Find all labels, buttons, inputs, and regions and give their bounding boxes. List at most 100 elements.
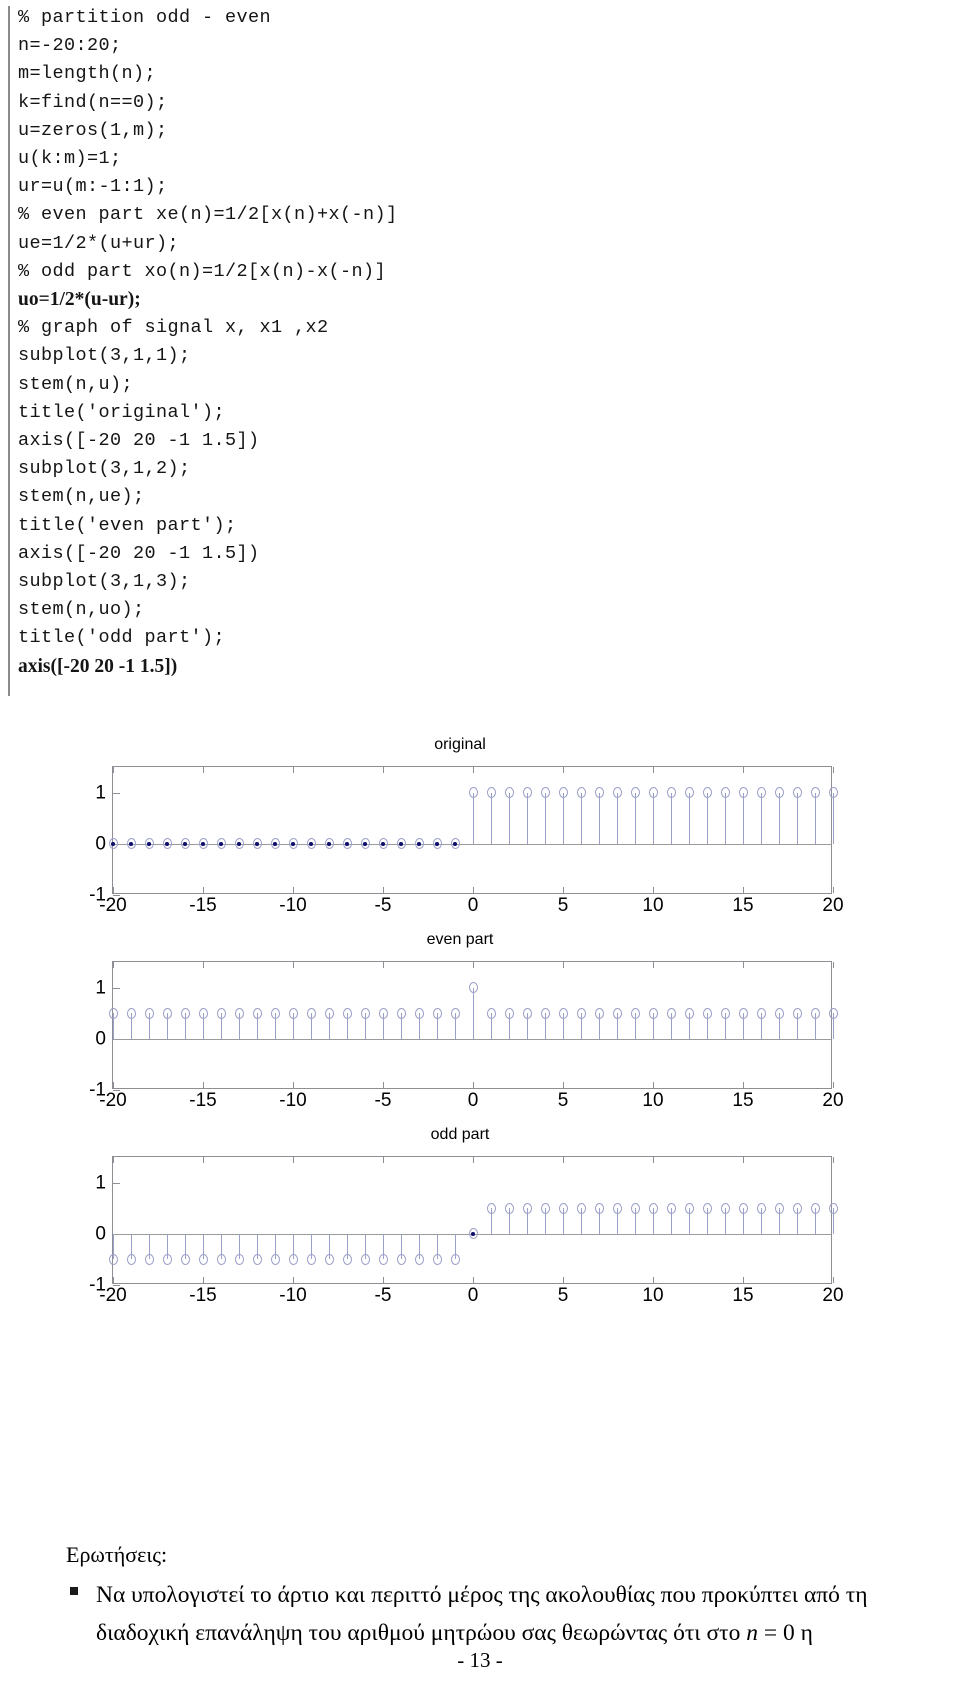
stem-marker: [774, 787, 784, 799]
stem-marker: [144, 1007, 154, 1019]
y-tick-mark: [113, 987, 120, 989]
y-tick-mark: [113, 792, 120, 794]
stem-marker: [144, 1253, 154, 1265]
stem-marker: [432, 838, 442, 850]
stem-marker: [702, 787, 712, 799]
stem-marker: [522, 1007, 532, 1019]
stem-marker: [756, 1007, 766, 1019]
y-tick-label: 0: [95, 1223, 106, 1245]
stem-marker: [504, 787, 514, 799]
stem-marker: [756, 787, 766, 799]
stem-marker-dot: [183, 842, 187, 846]
stem-line: [617, 792, 618, 844]
code-line: stem(n,u);: [18, 373, 134, 395]
stem-marker: [648, 787, 658, 799]
stem-marker: [126, 1007, 136, 1019]
code-listing: % partition odd - even n=-20:20; m=length(…: [8, 4, 528, 696]
stem-marker: [342, 1007, 352, 1019]
x-tick-mark: [203, 887, 204, 893]
x-tick-label: -5: [374, 1285, 392, 1306]
stem-marker: [594, 787, 604, 799]
x-tick-mark-top: [653, 962, 654, 968]
stem-line: [545, 792, 546, 844]
code-line: axis([-20 20 -1 1.5]): [18, 430, 260, 452]
code-line: title('odd part');: [18, 627, 226, 649]
y-tick-label: 0: [95, 833, 106, 855]
stem-marker: [252, 1007, 262, 1019]
stem-marker: [270, 1007, 280, 1019]
x-tick-mark-top: [653, 767, 654, 773]
stem-marker: [378, 1253, 388, 1265]
stem-line: [473, 792, 474, 844]
stem-marker: [504, 1202, 514, 1214]
code-line: ur=u(m:-1:1);: [18, 176, 168, 198]
stem-line: [491, 792, 492, 844]
stem-marker: [486, 1007, 496, 1019]
x-tick-mark: [383, 887, 384, 893]
stem-marker-dot: [129, 842, 133, 846]
x-tick-mark: [743, 1082, 744, 1088]
stem-marker: [108, 838, 118, 850]
stem-marker: [288, 1253, 298, 1265]
x-tick-label: 0: [467, 1285, 479, 1306]
code-line: stem(n,uo);: [18, 599, 145, 621]
stem-marker: [324, 838, 334, 850]
stem-marker: [828, 1202, 838, 1214]
stem-marker: [810, 787, 820, 799]
x-tick-label: 5: [557, 1285, 569, 1306]
x-tick-mark: [473, 887, 474, 893]
stem-marker: [270, 1253, 280, 1265]
code-line: k=find(n==0);: [18, 91, 168, 113]
stem-marker: [828, 1007, 838, 1019]
x-tick-mark-top: [473, 962, 474, 968]
code-line: n=-20:20;: [18, 35, 122, 57]
subplot-even-part: even part -1 0 1 -20 -15 -10 -5 0 5 10 15 20: [40, 913, 880, 1113]
stem-marker: [234, 1253, 244, 1265]
stem-marker-dot: [237, 842, 241, 846]
axes-odd-part: -1 0 1 -20 -15 -10 -5 0 5 10 15 20: [89, 1156, 844, 1305]
stem-marker: [450, 1253, 460, 1265]
stem-marker: [558, 787, 568, 799]
x-tick-mark-top: [203, 1157, 204, 1163]
code-line: uo=1/2*(u-ur);: [18, 289, 141, 311]
x-tick-mark: [743, 887, 744, 893]
code-line: % odd part xo(n)=1/2[x(n)-x(-n)]: [18, 260, 387, 282]
x-tick-mark: [293, 1082, 294, 1088]
page-number: - 13 -: [457, 1648, 503, 1672]
stem-marker: [378, 1007, 388, 1019]
stem-marker: [630, 1007, 640, 1019]
stem-marker: [126, 1253, 136, 1265]
stem-marker: [558, 1202, 568, 1214]
stem-marker: [234, 1007, 244, 1019]
stem-marker: [774, 1202, 784, 1214]
x-tick-mark: [653, 887, 654, 893]
stem-line: [707, 792, 708, 844]
x-tick-label: 10: [642, 1285, 664, 1306]
x-tick-mark-top: [113, 1157, 114, 1163]
questions-heading: Ερωτήσεις:: [66, 1542, 168, 1567]
stem-marker: [162, 838, 172, 850]
stem-marker: [360, 1253, 370, 1265]
x-tick-mark-top: [113, 767, 114, 773]
stem-marker-dot: [327, 842, 331, 846]
stem-marker: [396, 1253, 406, 1265]
x-tick-mark-top: [113, 962, 114, 968]
y-tick-label: 1: [95, 782, 106, 804]
stem-marker: [522, 1202, 532, 1214]
stem-marker: [252, 1253, 262, 1265]
x-tick-mark: [743, 1277, 744, 1283]
stem-marker: [792, 787, 802, 799]
stem-marker-dot: [201, 842, 205, 846]
stem-marker: [540, 1007, 550, 1019]
code-line: % even part xe(n)=1/2[x(n)+x(-n)]: [18, 204, 398, 226]
x-tick-mark: [653, 1082, 654, 1088]
stem-marker: [414, 838, 424, 850]
stem-marker: [180, 838, 190, 850]
stem-marker-dot: [417, 842, 421, 846]
x-tick-mark-top: [743, 962, 744, 968]
stem-marker: [162, 1253, 172, 1265]
stem-line: [635, 792, 636, 844]
x-tick-mark: [383, 1277, 384, 1283]
y-tick-label: 1: [95, 1172, 106, 1194]
x-tick-mark: [293, 887, 294, 893]
